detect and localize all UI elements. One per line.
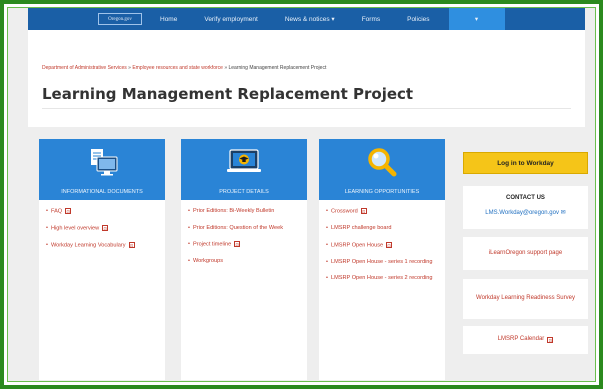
link-workday-vocabulary[interactable]: Workday Learning Vocabulary [51,243,126,249]
lmsrp-calendar-link[interactable]: LMSRP Calendar ⊡ [463,326,588,354]
pdf-icon: ⊡ [386,241,393,248]
breadcrumb: Department of Administrative Services » … [42,65,326,71]
oregon-logo[interactable]: Oregon.gov [98,13,142,25]
link-high-level-overview[interactable]: High level overview [51,226,99,232]
page-viewport: Oregon.gov Home Verify employment News &… [7,7,596,382]
screenshot-frame: Oregon.gov Home Verify employment News &… [0,0,603,389]
link-project-timeline[interactable]: Project timeline [193,242,231,248]
contact-title: CONTACT US [506,195,545,201]
readiness-survey-link[interactable]: Workday Learning Readiness Survey [463,279,588,319]
pdf-icon: ⊡ [547,337,554,343]
link-workgroups[interactable]: Workgroups [193,258,223,266]
card-header: LEARNING OPPORTUNITIES [319,139,445,200]
link-faq[interactable]: FAQ [51,208,62,214]
list-item[interactable]: • LMSRP Open House - series 2 recording [326,275,438,283]
link-open-house-series-1[interactable]: LMSRP Open House - series 1 recording [331,259,433,267]
card-project-details: PROJECT DETAILS • Prior Editions: Bi-Week… [181,139,307,380]
card-link-list: • Crossword ⊡ • LMSRP challenge board • LMSR… [319,200,445,300]
breadcrumb-separator: » [128,65,131,71]
list-item[interactable]: • LMSRP Open House ⊡ [326,241,438,250]
contact-box: CONTACT US LMS.Workday@oregon.gov ✉ [463,186,588,229]
breadcrumb-current: Learning Management Replacement Project [228,65,327,71]
nav-item-news-notices[interactable]: News & notices ▾ [285,15,335,23]
page-title: Learning Management Replacement Project [42,85,414,103]
card-caption: LEARNING OPPORTUNITIES [344,189,420,195]
link-bi-weekly-bulletin[interactable]: Prior Editions: Bi-Weekly Bulletin [193,208,274,216]
login-workday-button[interactable]: Log in to Workday [463,152,588,174]
card-learning-opportunities: LEARNING OPPORTUNITIES • Crossword ⊡ • LMSR… [319,139,445,380]
breadcrumb-separator: » [224,65,228,71]
pdf-icon: ⊡ [65,208,72,214]
list-item[interactable]: • FAQ ⊡ [46,208,158,216]
link-question-of-the-week[interactable]: Prior Editions: Question of the Week [193,225,283,233]
nav-item-verify-employment[interactable]: Verify employment [204,16,257,23]
link-open-house-series-2[interactable]: LMSRP Open House - series 2 recording [331,275,433,283]
list-item[interactable]: • Workgroups [188,258,300,266]
list-item[interactable]: • High level overview ⊡ [46,225,158,233]
card-informational-documents: INFORMATIONAL DOCUMENTS • FAQ ⊡ • High leve… [39,139,165,380]
pdf-icon: ⊡ [360,208,367,214]
document-monitor-icon [83,145,121,188]
link-challenge-board[interactable]: LMSRP challenge board [331,225,392,233]
card-header: PROJECT DETAILS [181,139,307,200]
card-link-list: • FAQ ⊡ • High level overview ⊡ • Workday Lea… [39,200,165,267]
nav-item-highlighted-dropdown[interactable]: ▾ [448,8,505,30]
list-item[interactable]: • Crossword ⊡ [326,208,438,216]
nav-item-home[interactable]: Home [160,16,177,23]
list-item[interactable]: • LMSRP challenge board [326,225,438,233]
title-divider [42,108,571,109]
nav-menu: Home Verify employment News & notices ▾ … [160,8,505,30]
pdf-icon: ⊡ [128,242,135,249]
breadcrumb-link-das[interactable]: Department of Administrative Services [42,65,127,71]
list-item[interactable]: • Prior Editions: Question of the Week [188,225,300,233]
list-item[interactable]: • Project timeline ⊡ [188,241,300,249]
link-open-house[interactable]: LMSRP Open House [331,242,383,248]
pdf-icon: ⊡ [234,241,241,248]
list-item[interactable]: • Workday Learning Vocabulary ⊡ [46,242,158,250]
page-header: Department of Administrative Services » … [28,30,585,127]
graduation-laptop-icon [224,145,264,188]
list-item[interactable]: • LMSRP Open House - series 1 recording [326,259,438,267]
list-item[interactable]: • Prior Editions: Bi-Weekly Bulletin [188,208,300,216]
card-caption: PROJECT DETAILS [219,189,269,195]
magnifier-icon [363,145,401,188]
card-caption: INFORMATIONAL DOCUMENTS [61,189,143,195]
ilearn-support-link[interactable]: iLearnOregon support page [463,237,588,270]
contact-email-link[interactable]: LMS.Workday@oregon.gov ✉ [463,209,588,216]
card-header: INFORMATIONAL DOCUMENTS [39,139,165,200]
calendar-link-label[interactable]: LMSRP Calendar [498,336,545,344]
nav-item-policies[interactable]: Policies [407,16,429,23]
nav-item-forms[interactable]: Forms [362,16,380,23]
breadcrumb-link-employee-resources[interactable]: Employee resources and state workforce [132,65,223,71]
link-crossword[interactable]: Crossword [331,208,358,214]
pdf-icon: ⊡ [102,225,109,232]
top-navigation-bar: Oregon.gov Home Verify employment News &… [28,8,585,30]
card-link-list: • Prior Editions: Bi-Weekly Bulletin • Pri… [181,200,307,283]
